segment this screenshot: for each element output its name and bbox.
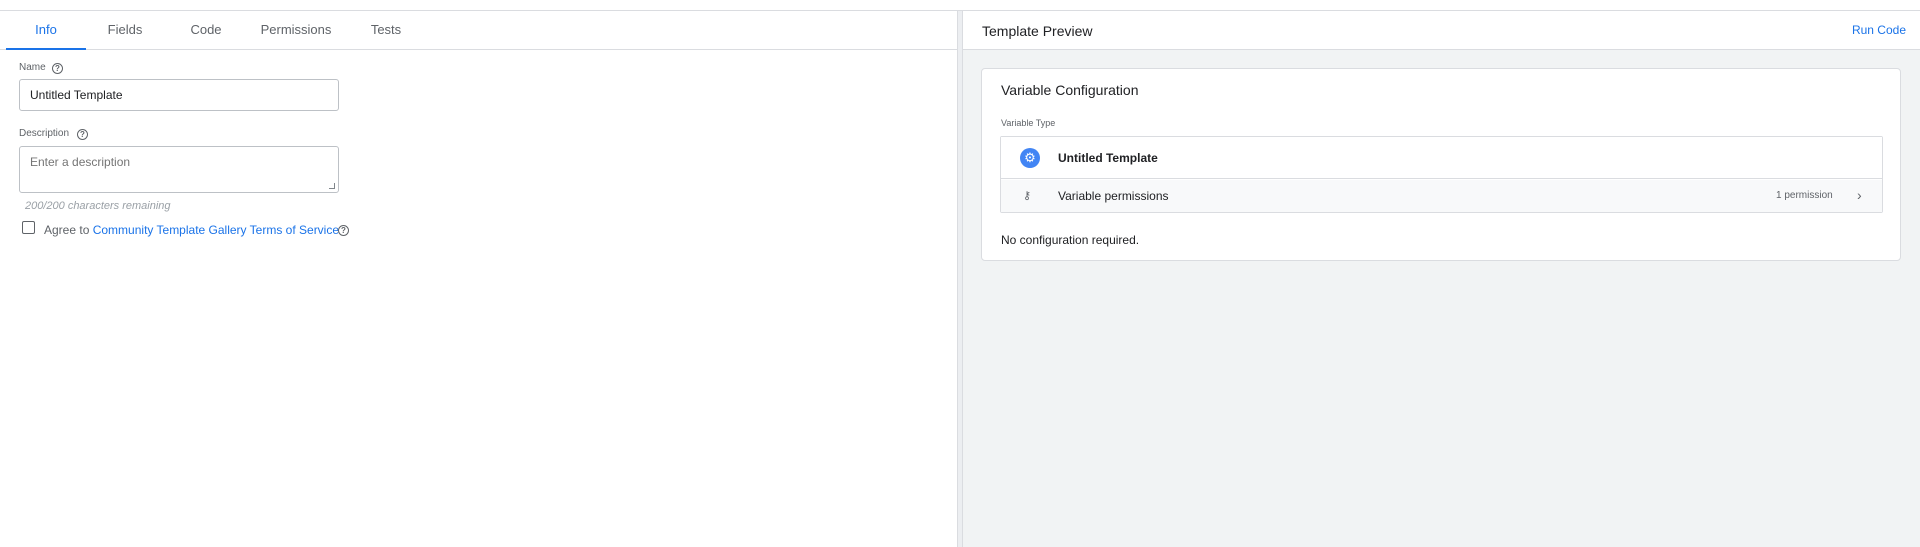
template-preview-panel: Template Preview Run Code Variable Confi… — [963, 11, 1920, 547]
agree-checkbox[interactable] — [22, 221, 35, 234]
characters-remaining: 200/200 characters remaining — [25, 200, 171, 212]
key-icon: ⚷ — [1023, 190, 1032, 202]
editor-panel: Info Fields Code Permissions Tests Name … — [0, 11, 957, 547]
help-circle-icon[interactable]: ? — [52, 63, 63, 74]
tab-info[interactable]: Info — [6, 11, 86, 50]
name-label: Name — [19, 62, 46, 73]
variable-type-label: Variable Type — [1001, 118, 1056, 128]
tab-permissions[interactable]: Permissions — [256, 11, 336, 50]
permissions-label: Variable permissions — [1058, 189, 1169, 203]
top-bar — [0, 0, 1920, 11]
preview-title: Template Preview — [982, 23, 1093, 39]
name-field[interactable] — [19, 79, 339, 111]
card-title: Variable Configuration — [1001, 82, 1139, 98]
description-label: Description — [19, 128, 70, 139]
agree-prefix: Agree to — [44, 223, 90, 237]
preview-header: Template Preview Run Code — [963, 11, 1920, 50]
template-name: Untitled Template — [1058, 151, 1158, 165]
resize-handle[interactable] — [329, 183, 335, 189]
variable-type-box: ⚙ Untitled Template ⚷ Variable permissio… — [1000, 136, 1883, 213]
editor-tabs: Info Fields Code Permissions Tests — [0, 11, 957, 50]
agree-text: Agree to Community Template Gallery Term… — [44, 223, 339, 237]
permissions-count: 1 permission — [1776, 190, 1833, 201]
help-circle-icon[interactable]: ? — [77, 129, 88, 140]
tab-fields[interactable]: Fields — [96, 11, 154, 50]
terms-of-service-link[interactable]: Community Template Gallery Terms of Serv… — [93, 223, 339, 237]
help-circle-icon[interactable]: ? — [338, 225, 349, 236]
no-configuration-text: No configuration required. — [1001, 233, 1140, 247]
variable-type-row[interactable]: ⚙ Untitled Template — [1001, 137, 1882, 179]
variable-permissions-row[interactable]: ⚷ Variable permissions 1 permission › — [1001, 180, 1882, 212]
variable-configuration-card: Variable Configuration Variable Type ⚙ U… — [981, 68, 1901, 261]
chevron-right-icon[interactable]: › — [1857, 187, 1862, 203]
run-code-button[interactable]: Run Code — [1852, 23, 1906, 37]
description-field[interactable] — [19, 146, 339, 193]
gear-icon: ⚙ — [1020, 148, 1040, 168]
tab-code[interactable]: Code — [178, 11, 234, 50]
tab-tests[interactable]: Tests — [360, 11, 412, 50]
